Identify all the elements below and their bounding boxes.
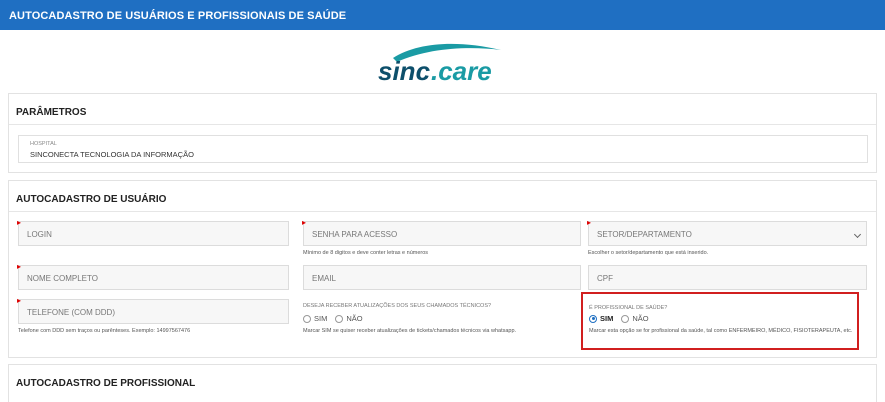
required-marker: ▸ bbox=[17, 218, 22, 227]
password-field[interactable]: ▸ SENHA PARA ACESSO bbox=[302, 218, 581, 246]
password-help: Mínimo de 8 digitos e deve conter letras… bbox=[303, 250, 429, 256]
updates-yes-label[interactable]: SIM bbox=[314, 314, 327, 323]
health-professional-highlight bbox=[581, 292, 859, 350]
updates-radio-group: SIM NÃO bbox=[303, 314, 371, 323]
page-header: AUTOCADASTRO DE USUÁRIOS E PROFISSIONAIS… bbox=[0, 0, 885, 30]
parameters-panel: PARÂMETROS HOSPITAL SINCONECTA TECNOLOGI… bbox=[8, 93, 877, 173]
hospital-label: HOSPITAL bbox=[30, 141, 57, 147]
fullname-placeholder: NOME COMPLETO bbox=[27, 274, 98, 283]
updates-no-radio[interactable] bbox=[335, 314, 344, 323]
required-marker: ▸ bbox=[17, 262, 22, 271]
cpf-placeholder: CPF bbox=[597, 274, 613, 283]
phone-field[interactable]: ▸ TELEFONE (COM DDD) bbox=[17, 296, 289, 324]
required-marker: ▸ bbox=[587, 218, 592, 227]
sector-placeholder: SETOR/DEPARTAMENTO bbox=[597, 230, 692, 239]
email-field[interactable]: EMAIL bbox=[303, 265, 581, 290]
chevron-down-icon bbox=[853, 230, 862, 239]
phone-help: Telefone com DDD sem traços ou parêntese… bbox=[18, 328, 191, 334]
password-placeholder: SENHA PARA ACESSO bbox=[312, 230, 398, 239]
required-marker: ▸ bbox=[302, 218, 307, 227]
sinccare-logo: sinc .care bbox=[373, 38, 507, 84]
cpf-field[interactable]: CPF bbox=[588, 265, 867, 290]
phone-placeholder: TELEFONE (COM DDD) bbox=[27, 308, 115, 317]
professional-registration-title: AUTOCADASTRO DE PROFISSIONAL bbox=[16, 378, 196, 389]
login-placeholder: LOGIN bbox=[27, 230, 52, 239]
updates-help: Marcar SIM se quiser receber atualizaçõe… bbox=[303, 328, 517, 334]
page-title: AUTOCADASTRO DE USUÁRIOS E PROFISSIONAIS… bbox=[9, 10, 347, 22]
sector-help: Escolher o setor/departamento que está i… bbox=[588, 250, 709, 256]
updates-no-label[interactable]: NÃO bbox=[346, 314, 362, 323]
fullname-field[interactable]: ▸ NOME COMPLETO bbox=[17, 262, 289, 290]
login-field[interactable]: ▸ LOGIN bbox=[17, 218, 289, 246]
svg-text:.care: .care bbox=[431, 56, 492, 84]
professional-registration-panel: AUTOCADASTRO DE PROFISSIONAL bbox=[8, 364, 877, 402]
svg-text:sinc: sinc bbox=[378, 56, 431, 84]
updates-question: DESEJA RECEBER ATUALIZAÇÕES DOS SEUS CHA… bbox=[303, 303, 492, 309]
hospital-field[interactable]: HOSPITAL SINCONECTA TECNOLOGIA DA INFORM… bbox=[18, 135, 868, 163]
user-registration-title: AUTOCADASTRO DE USUÁRIO bbox=[9, 181, 876, 212]
parameters-title: PARÂMETROS bbox=[9, 94, 876, 125]
updates-yes-radio[interactable] bbox=[303, 314, 311, 323]
logo-graphic: sinc .care bbox=[378, 43, 501, 84]
required-marker: ▸ bbox=[17, 296, 22, 305]
email-placeholder: EMAIL bbox=[312, 274, 337, 283]
hospital-value: SINCONECTA TECNOLOGIA DA INFORMAÇÃO bbox=[30, 150, 194, 159]
sector-select[interactable]: ▸ SETOR/DEPARTAMENTO bbox=[587, 218, 867, 246]
